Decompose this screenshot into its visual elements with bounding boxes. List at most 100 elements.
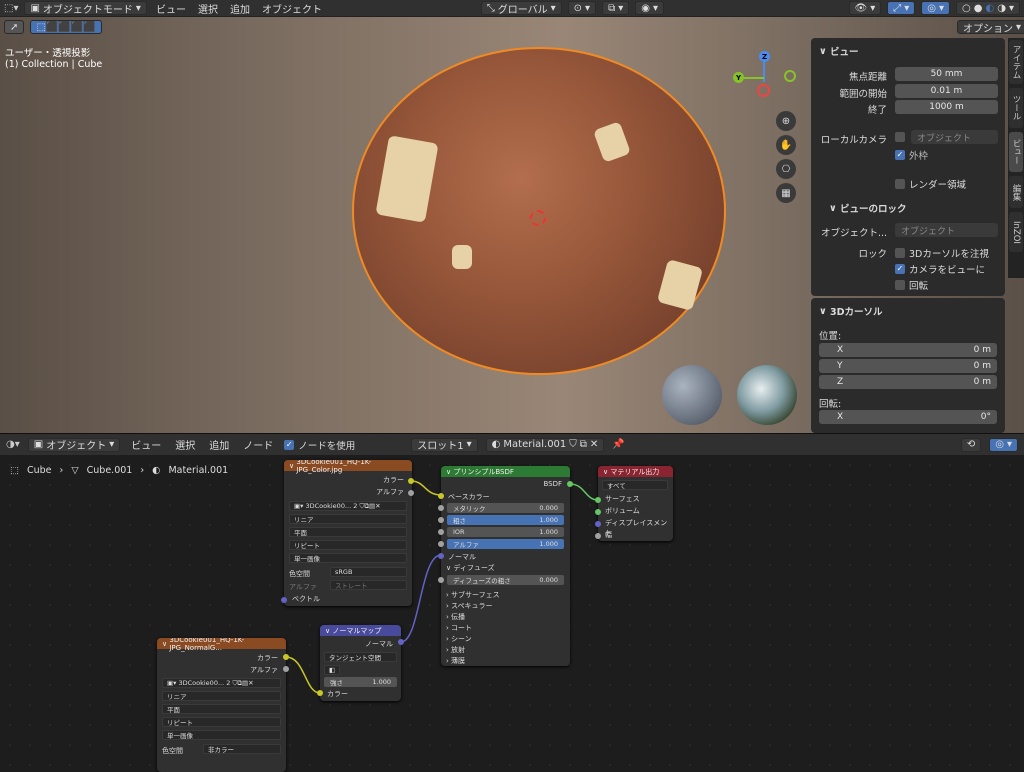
image-texture-node-normal[interactable]: ∨ 3DCookie001_HQ-1K-JPG_NormalG... カラー ア…	[157, 638, 286, 772]
tab-edit[interactable]: 編集	[1009, 176, 1023, 208]
socket-roughness-in[interactable]	[438, 517, 444, 523]
use-nodes-toggle[interactable]: ✓ ノードを使用	[284, 438, 355, 452]
normal-map-node[interactable]: ∨ ノーマルマップ ノーマル タンジェント空間 ◧ 強さ 1.000 カラー	[320, 625, 401, 701]
section-thin-film[interactable]: › 薄膜	[446, 656, 465, 666]
colorspace-dropdown[interactable]: sRGB	[330, 567, 407, 577]
cursor-y-field[interactable]: Y0 m	[819, 359, 997, 373]
visibility-toggle[interactable]: 👁 ▾	[848, 1, 882, 15]
section-specular[interactable]: › スペキュラー	[446, 601, 493, 611]
view-panel-title[interactable]: ∨ ビュー	[819, 44, 859, 59]
section-subsurface[interactable]: › サブサーフェス	[446, 590, 500, 600]
space-dropdown[interactable]: タンジェント空間	[324, 652, 397, 662]
tab-inzoi[interactable]: InZOI	[1009, 212, 1023, 252]
cursor-x-field[interactable]: X0 m	[819, 343, 997, 357]
socket-color-out[interactable]	[408, 478, 414, 484]
gizmo-toggle[interactable]: ⤢ ▾	[887, 1, 916, 15]
focal-length-field[interactable]: 50 mm	[895, 67, 998, 81]
socket-displacement-in[interactable]	[595, 521, 601, 527]
socket-thickness-in[interactable]	[595, 533, 601, 539]
interpolation-dropdown[interactable]: リニア	[162, 691, 281, 701]
node-menu-select[interactable]: 選択	[172, 437, 198, 452]
node-menu-node[interactable]: ノード	[240, 437, 276, 452]
overlay-toggle[interactable]: ◎ ▾	[921, 1, 951, 15]
pan-hand-icon[interactable]: ✋	[776, 135, 796, 155]
cursor-z-field[interactable]: Z0 m	[819, 375, 997, 389]
source-dropdown[interactable]: 単一画像	[162, 730, 281, 740]
socket-vector-in[interactable]	[281, 597, 287, 603]
overlay-toggle-node[interactable]: ⟲	[960, 437, 982, 452]
image-texture-node-color[interactable]: ∨ 3DCookie001_HQ-1K-JPG_Color.jpg カラー アル…	[284, 460, 412, 606]
diffuse-section[interactable]: ∨ ディフューズ	[446, 563, 495, 573]
image-selector[interactable]: ▣▾ 3DCookie00... 2 ⛉ ⧉ ▤ ✕	[162, 678, 281, 688]
menu-object[interactable]: オブジェクト	[259, 1, 325, 16]
diffuse-roughness-slider[interactable]: ディフューズの粗さ 0.000	[447, 575, 564, 585]
section-transmission[interactable]: › 伝播	[446, 612, 465, 622]
cursor-rx-field[interactable]: X 0°	[819, 410, 997, 424]
lock-object-field[interactable]: オブジェクト	[895, 223, 998, 237]
socket-volume-in[interactable]	[595, 509, 601, 515]
tab-view[interactable]: ビュー	[1009, 132, 1023, 172]
material-output-node[interactable]: ∨ マテリアル出力 すべて サーフェス ボリューム ディスプレイスメント 幅	[598, 466, 673, 541]
gizmo-y-axis[interactable]: Y	[733, 72, 744, 83]
principled-bsdf-node[interactable]: ∨ プリンシプルBSDF BSDF ベースカラー メタリック 0.000 粗さ 1.…	[441, 466, 570, 666]
socket-normal-in[interactable]	[438, 553, 444, 559]
socket-alpha-out[interactable]	[408, 490, 414, 496]
select-mode-buttons[interactable]: ⬚⬛⬛⬛⬛	[30, 20, 102, 34]
ior-slider[interactable]: IOR 1.000	[447, 527, 564, 537]
options-dropdown[interactable]: オプション ▾	[957, 20, 1024, 35]
socket-base-color-in[interactable]	[438, 493, 444, 499]
menu-add[interactable]: 追加	[227, 1, 253, 16]
uv-map-icon[interactable]: ◧	[324, 665, 340, 675]
local-camera-field[interactable]: オブジェクト	[911, 130, 998, 144]
socket-alpha-in[interactable]	[438, 541, 444, 547]
gizmo-z-axis[interactable]: Z	[759, 51, 770, 62]
lock-cursor-toggle[interactable]: 3Dカーソルを注視	[895, 246, 989, 260]
close-icon[interactable]: ✕	[590, 439, 598, 450]
shading-modes[interactable]: ○ ● ◐ ◑ ▾	[956, 1, 1020, 15]
section-sheen[interactable]: › シーン	[446, 634, 472, 644]
render-region-toggle[interactable]: レンダー領域	[895, 177, 966, 191]
socket-color-in[interactable]	[317, 690, 323, 696]
colorspace-dropdown[interactable]: 非カラー	[203, 744, 281, 754]
proportional-edit[interactable]: ◉ ▾	[635, 1, 664, 15]
pin-icon[interactable]: 📌	[612, 439, 624, 450]
projection-dropdown[interactable]: 平面	[289, 527, 407, 537]
node-menu-add[interactable]: 追加	[206, 437, 232, 452]
close-icon[interactable]: ✕	[248, 679, 253, 687]
projection-dropdown[interactable]: 平面	[162, 704, 281, 714]
socket-alpha-out[interactable]	[283, 666, 289, 672]
roughness-slider[interactable]: 粗さ 1.000	[447, 515, 564, 525]
extension-dropdown[interactable]: リピート	[289, 540, 407, 550]
gizmo-neg-y[interactable]	[784, 70, 796, 82]
socket-normal-out[interactable]	[398, 639, 404, 645]
local-camera-checkbox[interactable]	[895, 132, 905, 142]
editor-type-icon[interactable]: ⬚▾	[4, 3, 18, 14]
close-icon[interactable]: ✕	[375, 502, 380, 510]
slot-selector[interactable]: スロット1 ▾	[411, 437, 478, 452]
source-dropdown[interactable]: 単一画像	[289, 553, 407, 563]
material-selector[interactable]: ◐ Material.001 ⛉ ⧉ ✕	[485, 437, 605, 452]
shield-icon[interactable]: ⛉	[569, 439, 577, 450]
3d-cursor-icon[interactable]	[530, 210, 546, 226]
node-overlay-toggle[interactable]: ◎ ▾	[989, 437, 1018, 452]
camera-icon[interactable]: ⎔	[776, 159, 796, 179]
socket-surface-in[interactable]	[595, 497, 601, 503]
image-selector[interactable]: ▣▾ 3DCookie00... 2 ⛉ ⧉ ▤ ✕	[289, 501, 407, 511]
tab-tool[interactable]: ツール	[1009, 88, 1023, 128]
socket-metallic-in[interactable]	[438, 505, 444, 511]
strength-slider[interactable]: 強さ 1.000	[324, 677, 397, 687]
shader-type-selector[interactable]: ▣ オブジェクト ▾	[27, 437, 121, 452]
pivot-selector[interactable]: ⊙ ▾	[567, 1, 597, 15]
outline-toggle[interactable]: ✓ 外枠	[895, 148, 928, 162]
node-menu-view[interactable]: ビュー	[128, 437, 164, 452]
output-target-dropdown[interactable]: すべて	[602, 480, 668, 490]
mode-selector[interactable]: ▣ オブジェクトモード ▾	[24, 1, 147, 16]
shader-editor-icon[interactable]: ◑▾	[6, 439, 20, 450]
socket-color-out[interactable]	[283, 654, 289, 660]
alpha-slider[interactable]: アルファ 1.000	[447, 539, 564, 549]
clip-start-field[interactable]: 0.01 m	[895, 84, 998, 98]
menu-view[interactable]: ビュー	[153, 1, 189, 16]
clip-end-field[interactable]: 1000 m	[895, 100, 998, 114]
socket-diffuse-roughness-in[interactable]	[438, 577, 444, 583]
interpolation-dropdown[interactable]: リニア	[289, 514, 407, 524]
